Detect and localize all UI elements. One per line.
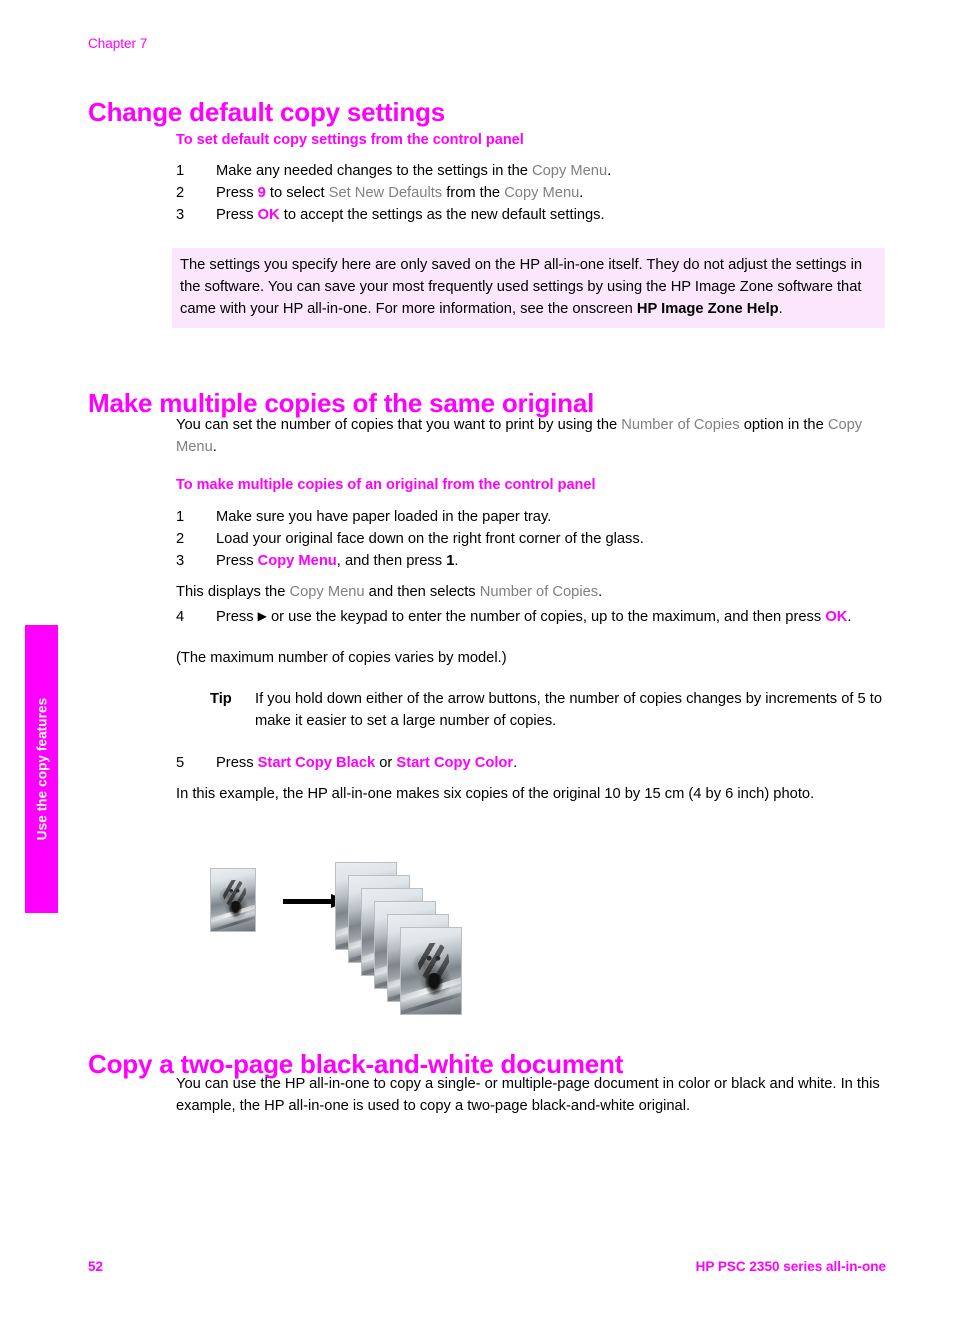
copy-photo-icon (400, 927, 462, 1015)
tip-text: If you hold down either of the arrow but… (255, 691, 883, 729)
inline-token-pink: OK (825, 609, 848, 625)
step-item: 2 Load your original face down on the rig… (176, 528, 888, 550)
step-text: Make sure you have paper loaded in the p… (216, 506, 888, 528)
inline-text: . (212, 439, 217, 455)
step-item: 3 Press OK to accept the settings as the … (176, 204, 888, 226)
paragraph-example-six-copies: In this example, the HP all-in-one makes… (176, 786, 815, 802)
paragraph-two-page-document: You can use the HP all-in-one to copy a … (176, 1076, 880, 1114)
step-item: 1 Make sure you have paper loaded in the … (176, 506, 888, 528)
side-tab-label: Use the copy features (34, 697, 49, 841)
inline-text: . (607, 163, 612, 179)
tip-label: Tip (210, 691, 232, 707)
inline-text: from the (442, 185, 505, 201)
inline-text: . (847, 609, 852, 625)
chapter-label: Chapter 7 (88, 36, 148, 51)
inline-token-gray: Copy Menu (504, 185, 580, 201)
step-text: Load your original face down on the righ… (216, 528, 888, 550)
inline-token-gray: Number of Copies (621, 417, 740, 433)
step-text: Press ▶ or use the keypad to enter the n… (216, 606, 888, 628)
step-number: 3 (176, 553, 185, 569)
footer-page-number: 52 (88, 1259, 104, 1274)
inline-text: Make any needed changes to the settings … (216, 163, 532, 179)
inline-token-bold: HP Image Zone Help (636, 301, 779, 317)
inline-text: Press (216, 207, 258, 223)
heading-change-default-copy-settings: Change default copy settings (88, 97, 446, 128)
step-number: 2 (176, 185, 185, 201)
subheading-set-default-copy-settings: To set default copy settings from the co… (176, 132, 524, 148)
inline-token-glyph: ▶ (257, 609, 267, 623)
document-page: Use the copy features Chapter 7 Change d… (0, 0, 954, 1321)
step-text: Press 9 to select Set New Defaults from … (216, 182, 888, 204)
step-4-container: 4 Press ▶ or use the keypad to enter the… (176, 606, 888, 628)
step-text: Press OK to accept the settings as the n… (216, 204, 888, 226)
step-item: 1 Make any needed changes to the settings… (176, 160, 888, 182)
inline-text: . (454, 553, 459, 569)
step-number: 5 (176, 755, 185, 771)
inline-token-pink: 9 (257, 185, 266, 201)
inline-text: to accept the settings as the new defaul… (279, 207, 605, 223)
tip-block: Tip If you hold down either of the arrow… (210, 688, 886, 732)
step-list-multiple-copies: 1 Make sure you have paper loaded in the … (176, 506, 888, 572)
inline-text: , and then press (336, 553, 447, 569)
inline-text: or use the keypad to enter the number of… (266, 609, 826, 625)
inline-text: . (778, 301, 783, 317)
step-5-container: 5 Press Start Copy Black or Start Copy C… (176, 752, 888, 774)
inline-text: You can set the number of copies that yo… (176, 417, 622, 433)
inline-text: Make sure you have paper loaded in the p… (216, 509, 552, 525)
footer-product-name: HP PSC 2350 series all-in-one (695, 1259, 886, 1274)
inline-token-gray: Copy Menu (289, 584, 365, 600)
figure-multiple-copies-illustration (205, 862, 665, 1022)
step3-explanation: This displays the Copy Menu and then sel… (176, 581, 886, 603)
step-item: 5 Press Start Copy Black or Start Copy C… (176, 752, 888, 774)
side-tab-use-the-copy-features: Use the copy features (25, 625, 58, 913)
step-number: 3 (176, 207, 185, 223)
note-box-text: The settings you specify here are only s… (180, 257, 862, 317)
inline-token-gray: Number of Copies (479, 584, 599, 600)
step-list-change-defaults: 1 Make any needed changes to the settings… (176, 160, 888, 226)
photo-inner (211, 869, 255, 931)
inline-text: Press (216, 553, 258, 569)
inline-text: Load your original face down on the righ… (216, 531, 644, 547)
subheading-make-multiple-copies-control-panel: To make multiple copies of an original f… (176, 477, 596, 493)
step-number: 1 (176, 509, 185, 525)
inline-token-pink: Start Copy Color (396, 755, 514, 771)
photo-inner (401, 928, 461, 1014)
step4-maximum-note: (The maximum number of copies varies by … (176, 650, 507, 666)
inline-text: to select (265, 185, 329, 201)
paragraph-multiple-copies-intro: You can set the number of copies that yo… (176, 414, 886, 458)
step-item: 4 Press ▶ or use the keypad to enter the… (176, 606, 888, 628)
inline-token-gray: Set New Defaults (328, 185, 443, 201)
photo-tiger-muzzle (425, 972, 443, 996)
arrow-shaft (283, 899, 333, 904)
photo-tiger-muzzle (228, 901, 242, 918)
inline-text: . (598, 584, 603, 600)
note-box-settings-saved: The settings you specify here are only s… (172, 248, 885, 328)
inline-text: option in the (739, 417, 828, 433)
inline-token-gray: Copy Menu (532, 163, 608, 179)
inline-text: . (579, 185, 584, 201)
original-photo-icon (210, 868, 256, 932)
inline-text: and then selects (364, 584, 480, 600)
step-text: Press Start Copy Black or Start Copy Col… (216, 752, 888, 774)
step-number: 4 (176, 609, 185, 625)
step-item: 2 Press 9 to select Set New Defaults from… (176, 182, 888, 204)
step-text: Make any needed changes to the settings … (216, 160, 888, 182)
inline-text: Press (216, 755, 258, 771)
step-item: 3 Press Copy Menu, and then press 1. (176, 550, 888, 572)
inline-token-pink: Copy Menu (257, 553, 337, 569)
step-number: 1 (176, 163, 185, 179)
step-text: Press Copy Menu, and then press 1. (216, 550, 888, 572)
inline-text: Press (216, 185, 258, 201)
copy-stack (335, 862, 595, 1022)
step-number: 2 (176, 531, 185, 547)
inline-token-pink: OK (257, 207, 280, 223)
inline-text: . (513, 755, 518, 771)
inline-text: Press (216, 609, 258, 625)
inline-text: or (375, 755, 397, 771)
inline-text: This displays the (176, 584, 290, 600)
inline-token-pink: Start Copy Black (257, 755, 376, 771)
